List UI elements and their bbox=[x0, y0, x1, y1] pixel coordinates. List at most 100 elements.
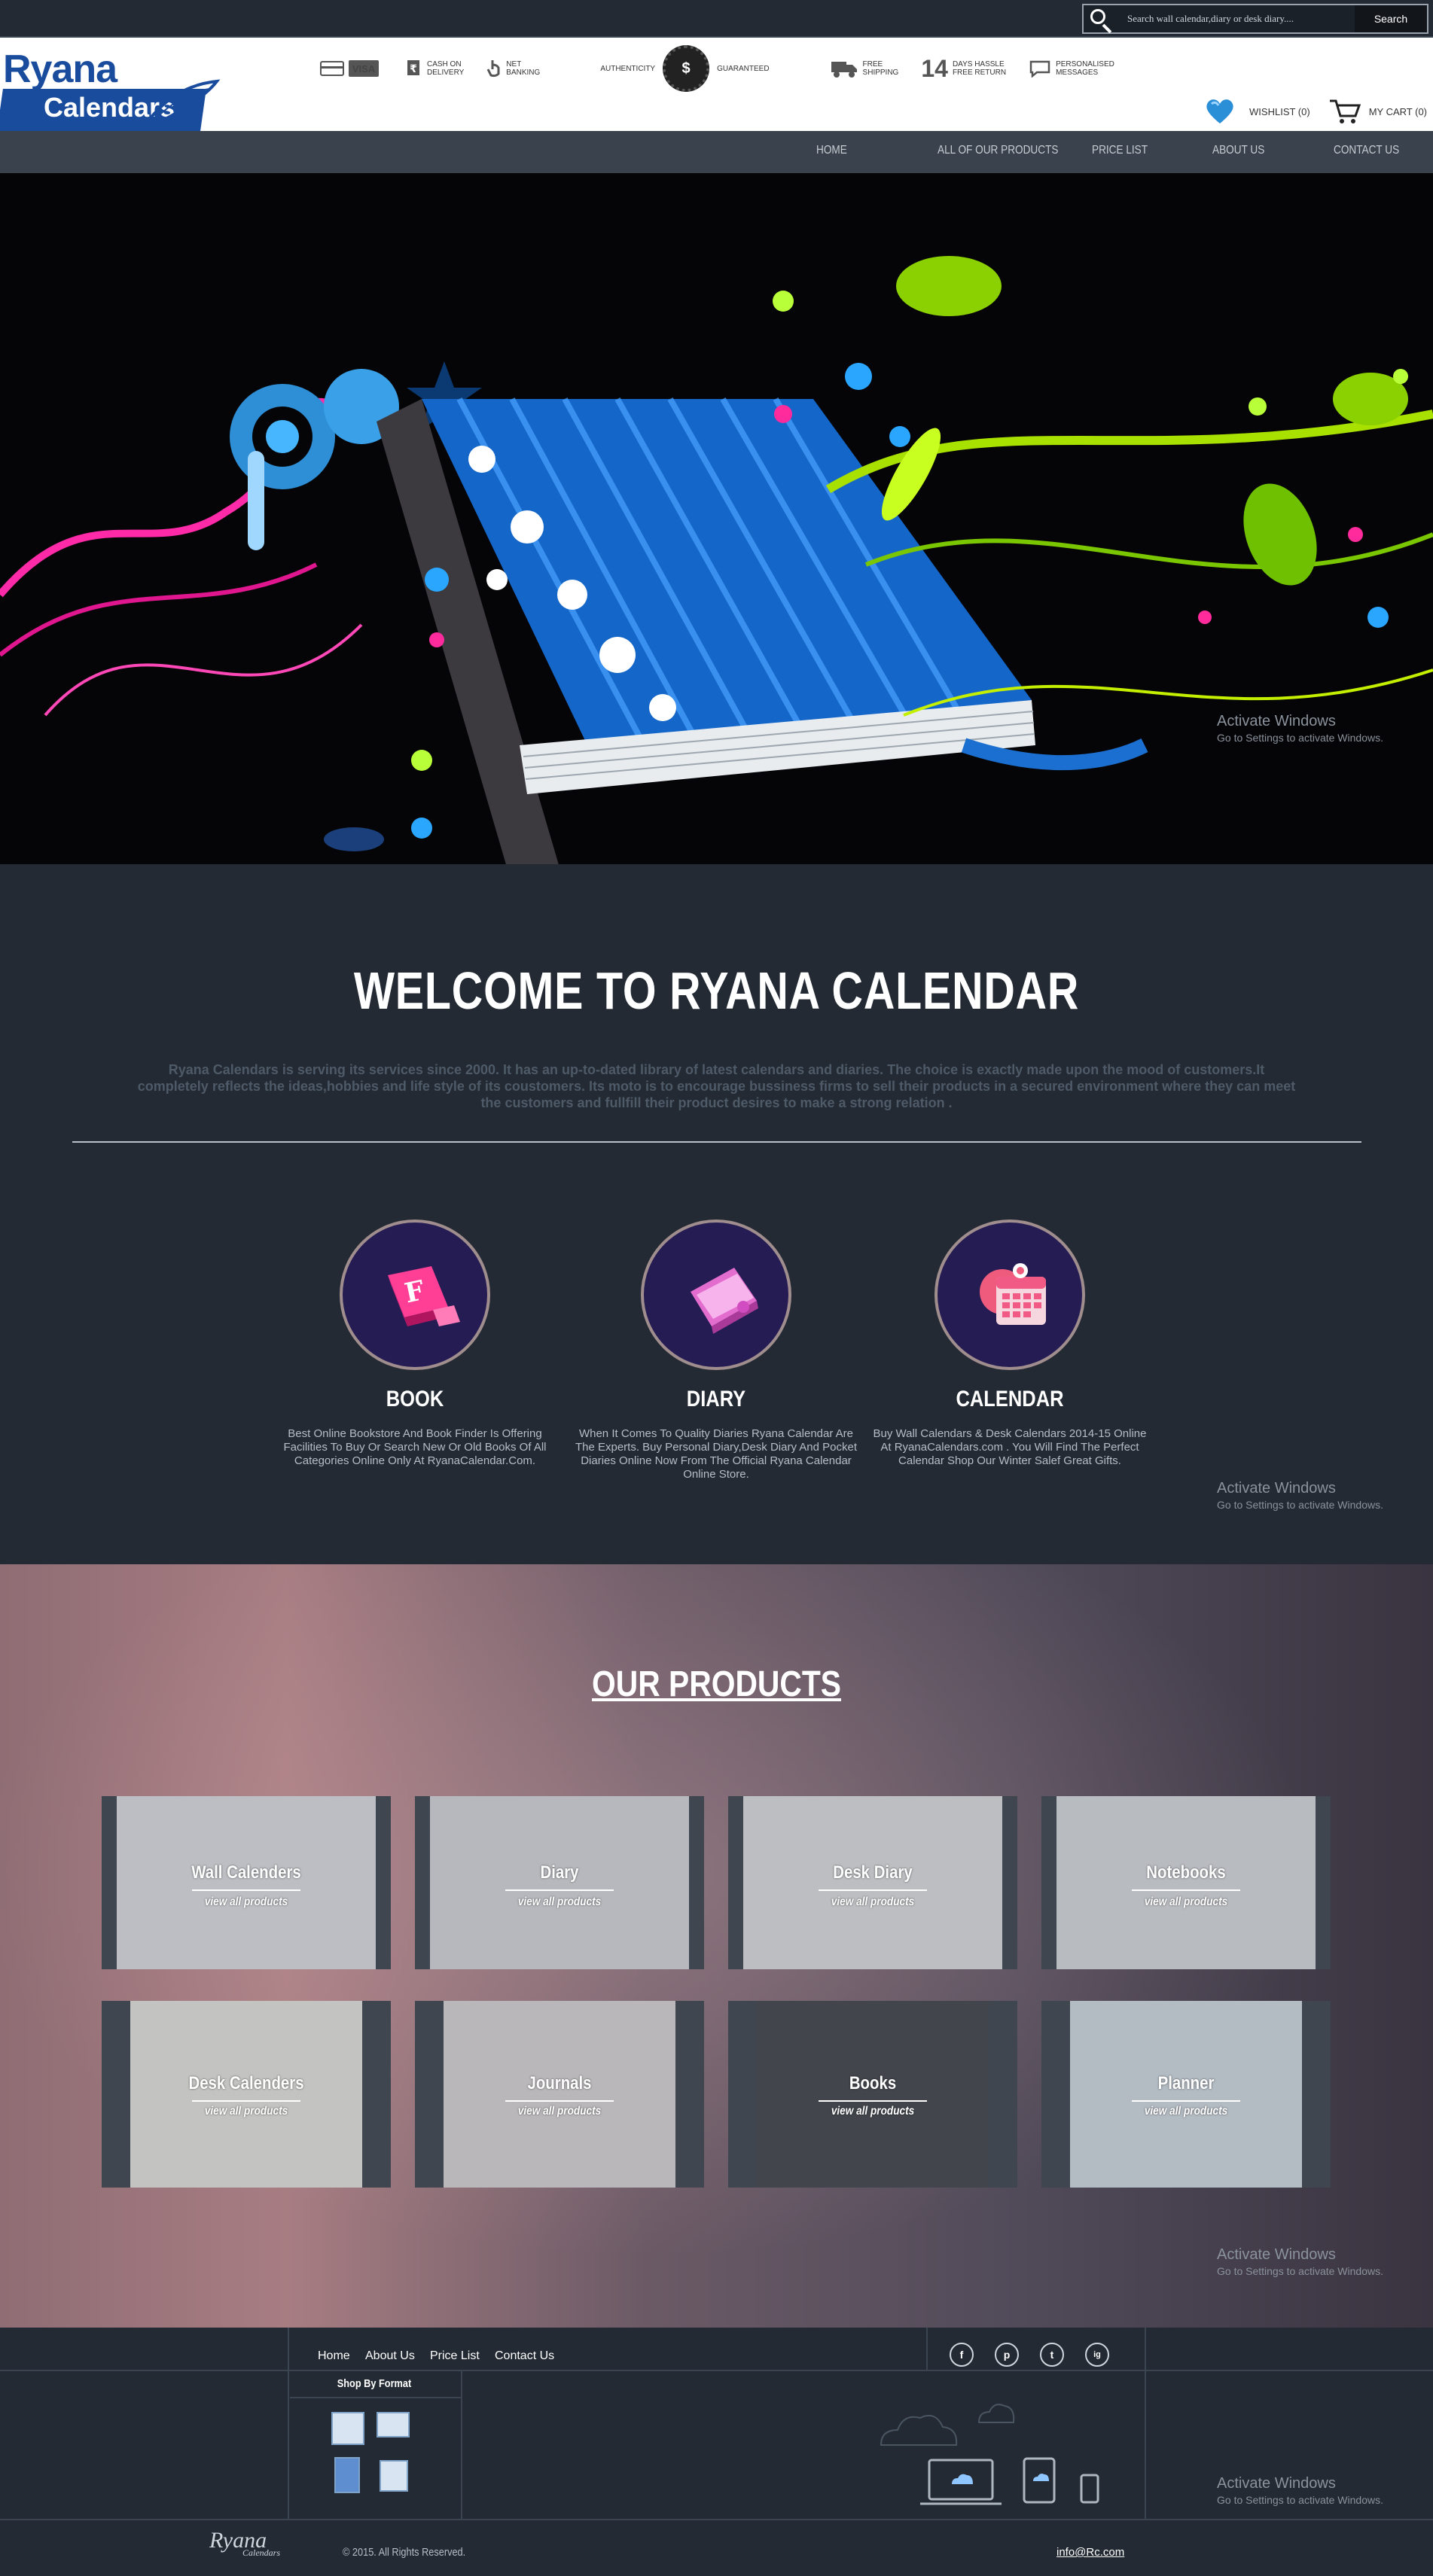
product-card-wall-calendars[interactable]: Wall Calenders view all products bbox=[102, 1796, 391, 1969]
netbanking-label: NET BANKING bbox=[506, 60, 541, 77]
copyright: © 2015. All Rights Reserved. bbox=[343, 2546, 466, 2559]
book-circle[interactable]: F bbox=[340, 1219, 490, 1370]
footer-divider bbox=[926, 2328, 928, 2370]
hand-touch-icon bbox=[486, 59, 502, 78]
calendar-circle[interactable] bbox=[934, 1219, 1085, 1370]
feature-strip: VISA ₹ CASH ON DELIVERY NET BANKING AUTH… bbox=[320, 45, 1137, 92]
product-name: Desk Calenders bbox=[188, 2073, 304, 2093]
footer-link-price-list[interactable]: Price List bbox=[430, 2349, 480, 2363]
footer-logo[interactable]: Ryana Calendars bbox=[209, 2528, 280, 2559]
nav-all-products[interactable]: ALL OF OUR PRODUCTS bbox=[938, 144, 1058, 157]
diary-title: DIARY bbox=[686, 1387, 746, 1411]
view-all-products-link[interactable]: view all products bbox=[750, 2105, 995, 2118]
nav-price-list[interactable]: PRICE LIST bbox=[1092, 144, 1148, 157]
product-name: Planner bbox=[1157, 2073, 1215, 2093]
product-card-diary[interactable]: Diary view all products bbox=[415, 1796, 704, 1969]
return-days: 14 bbox=[921, 54, 948, 82]
guaranteed-label: GUARANTEED bbox=[717, 64, 770, 73]
desk-calendar-format-icon[interactable] bbox=[377, 2412, 410, 2437]
product-card-planner[interactable]: Planner view all products bbox=[1041, 2001, 1331, 2188]
view-all-products-link[interactable]: view all products bbox=[437, 2105, 682, 2118]
user-links: WISHLIST (0) MY CART (0) bbox=[1204, 96, 1427, 126]
hero-banner: Activate Windows Go to Settings to activa… bbox=[0, 173, 1433, 864]
cart-icon[interactable] bbox=[1328, 96, 1361, 126]
product-name: Diary bbox=[540, 1862, 579, 1883]
welcome-text: Ryana Calendars is serving its services … bbox=[137, 1062, 1296, 1110]
book-icon: F bbox=[388, 1266, 460, 1326]
welcome-section: WELCOME TO RYANA CALENDAR Ryana Calendar… bbox=[0, 864, 1433, 1564]
footer-divider bbox=[461, 2370, 462, 2519]
diary-icon bbox=[691, 1268, 758, 1334]
shipping-label: FREE SHIPPING bbox=[862, 60, 899, 77]
product-card-books[interactable]: Books view all products bbox=[728, 2001, 1017, 2188]
top-bar: Search bbox=[0, 0, 1433, 38]
search-input[interactable] bbox=[1123, 5, 1355, 32]
footer-divider bbox=[1145, 2328, 1146, 2519]
welcome-title: WELCOME TO RYANA CALENDAR bbox=[353, 961, 1080, 1020]
footer-link-contact-us[interactable]: Contact Us bbox=[495, 2349, 554, 2363]
diary-desc: When It Comes To Quality Diaries Ryana C… bbox=[575, 1427, 858, 1481]
search-button[interactable]: Search bbox=[1355, 5, 1427, 32]
search-box: Search bbox=[1082, 4, 1428, 34]
twitter-icon[interactable]: t bbox=[1040, 2343, 1064, 2367]
wishlist-link[interactable]: WISHLIST (0) bbox=[1249, 106, 1310, 117]
footer-link-about-us[interactable]: About Us bbox=[365, 2349, 415, 2363]
product-card-desk-calendars[interactable]: Desk Calenders view all products bbox=[102, 2001, 391, 2188]
shop-divider bbox=[290, 2397, 461, 2398]
view-all-products-link[interactable]: view all products bbox=[123, 2105, 369, 2118]
footer-divider bbox=[0, 2370, 1433, 2371]
product-card-journals[interactable]: Journals view all products bbox=[415, 2001, 704, 2188]
cards-feature: VISA bbox=[320, 60, 383, 77]
heart-icon[interactable] bbox=[1204, 96, 1236, 126]
messages-feature: PERSONALISED MESSAGES bbox=[1029, 59, 1114, 78]
facebook-icon[interactable]: f bbox=[950, 2343, 974, 2367]
calendar-desc: Buy Wall Calendars & Desk Calendars 2014… bbox=[873, 1427, 1147, 1467]
message-icon bbox=[1029, 59, 1051, 78]
wall-calendar-format-icon[interactable] bbox=[331, 2412, 364, 2445]
product-name: Journals bbox=[527, 2073, 592, 2093]
authenticity-label: AUTHENTICITY bbox=[600, 64, 656, 73]
products-section: OUR PRODUCTS Wall Calenders view all pro… bbox=[0, 1564, 1433, 2328]
email-link[interactable]: info@Rc.com bbox=[1056, 2546, 1124, 2559]
view-all-products-link[interactable]: view all products bbox=[1063, 1895, 1309, 1909]
view-all-products-link[interactable]: view all products bbox=[437, 1895, 682, 1909]
product-card-notebooks[interactable]: Notebooks view all products bbox=[1041, 1796, 1331, 1969]
book-title: BOOK bbox=[386, 1387, 444, 1411]
calendar-title: CALENDAR bbox=[956, 1387, 1064, 1411]
returns-feature: 14 DAYS HASSLE FREE RETURN bbox=[921, 55, 1006, 83]
book-desc: Best Online Bookstore And Book Finder Is… bbox=[283, 1427, 547, 1467]
truck-icon bbox=[830, 59, 858, 78]
shipping-feature: FREE SHIPPING bbox=[830, 59, 899, 78]
nav-about-us[interactable]: ABOUT US bbox=[1212, 144, 1264, 157]
view-all-products-link[interactable]: view all products bbox=[123, 1895, 369, 1909]
cod-label: CASH ON DELIVERY bbox=[427, 60, 465, 77]
planner-format-icon[interactable] bbox=[380, 2460, 408, 2492]
main-nav: HOME ALL OF OUR PRODUCTS PRICE LIST ABOU… bbox=[0, 131, 1433, 173]
footer-divider bbox=[288, 2328, 289, 2519]
product-card-desk-diary[interactable]: Desk Diary view all products bbox=[728, 1796, 1017, 1969]
view-all-products-link[interactable]: view all products bbox=[750, 1895, 995, 1909]
logo-title[interactable]: Ryana bbox=[3, 47, 117, 92]
devices-cloud-icon bbox=[880, 2404, 1099, 2505]
cod-feature: ₹ CASH ON DELIVERY bbox=[406, 59, 464, 78]
cart-link[interactable]: MY CART (0) bbox=[1369, 106, 1427, 117]
activate-windows-watermark: Activate Windows Go to Settings to activa… bbox=[1217, 2475, 1383, 2506]
instagram-icon[interactable]: ig bbox=[1085, 2343, 1109, 2367]
footer-link-home[interactable]: Home bbox=[318, 2349, 350, 2363]
svg-text:₹: ₹ bbox=[410, 63, 417, 75]
calendar-feature: CALENDAR Buy Wall Calendars & Desk Calen… bbox=[863, 1219, 1157, 1468]
returns-label: DAYS HASSLE FREE RETURN bbox=[952, 60, 1007, 77]
nav-contact-us[interactable]: CONTACT US bbox=[1334, 144, 1399, 157]
diary-circle[interactable] bbox=[641, 1219, 791, 1370]
view-all-products-link[interactable]: view all products bbox=[1063, 2105, 1309, 2118]
calendar-icon bbox=[980, 1263, 1046, 1325]
nav-home[interactable]: HOME bbox=[816, 144, 847, 157]
activate-windows-watermark: Activate Windows Go to Settings to activa… bbox=[1217, 713, 1383, 744]
guarantee-seal-icon: $ bbox=[663, 45, 710, 92]
products-title[interactable]: OUR PRODUCTS bbox=[108, 1664, 1326, 1705]
logo-swoosh-icon bbox=[142, 79, 221, 129]
diary-format-icon[interactable] bbox=[334, 2457, 360, 2493]
search-icon[interactable] bbox=[1084, 5, 1123, 34]
visa-icon: VISA bbox=[349, 60, 379, 77]
pinterest-icon[interactable]: p bbox=[995, 2343, 1019, 2367]
